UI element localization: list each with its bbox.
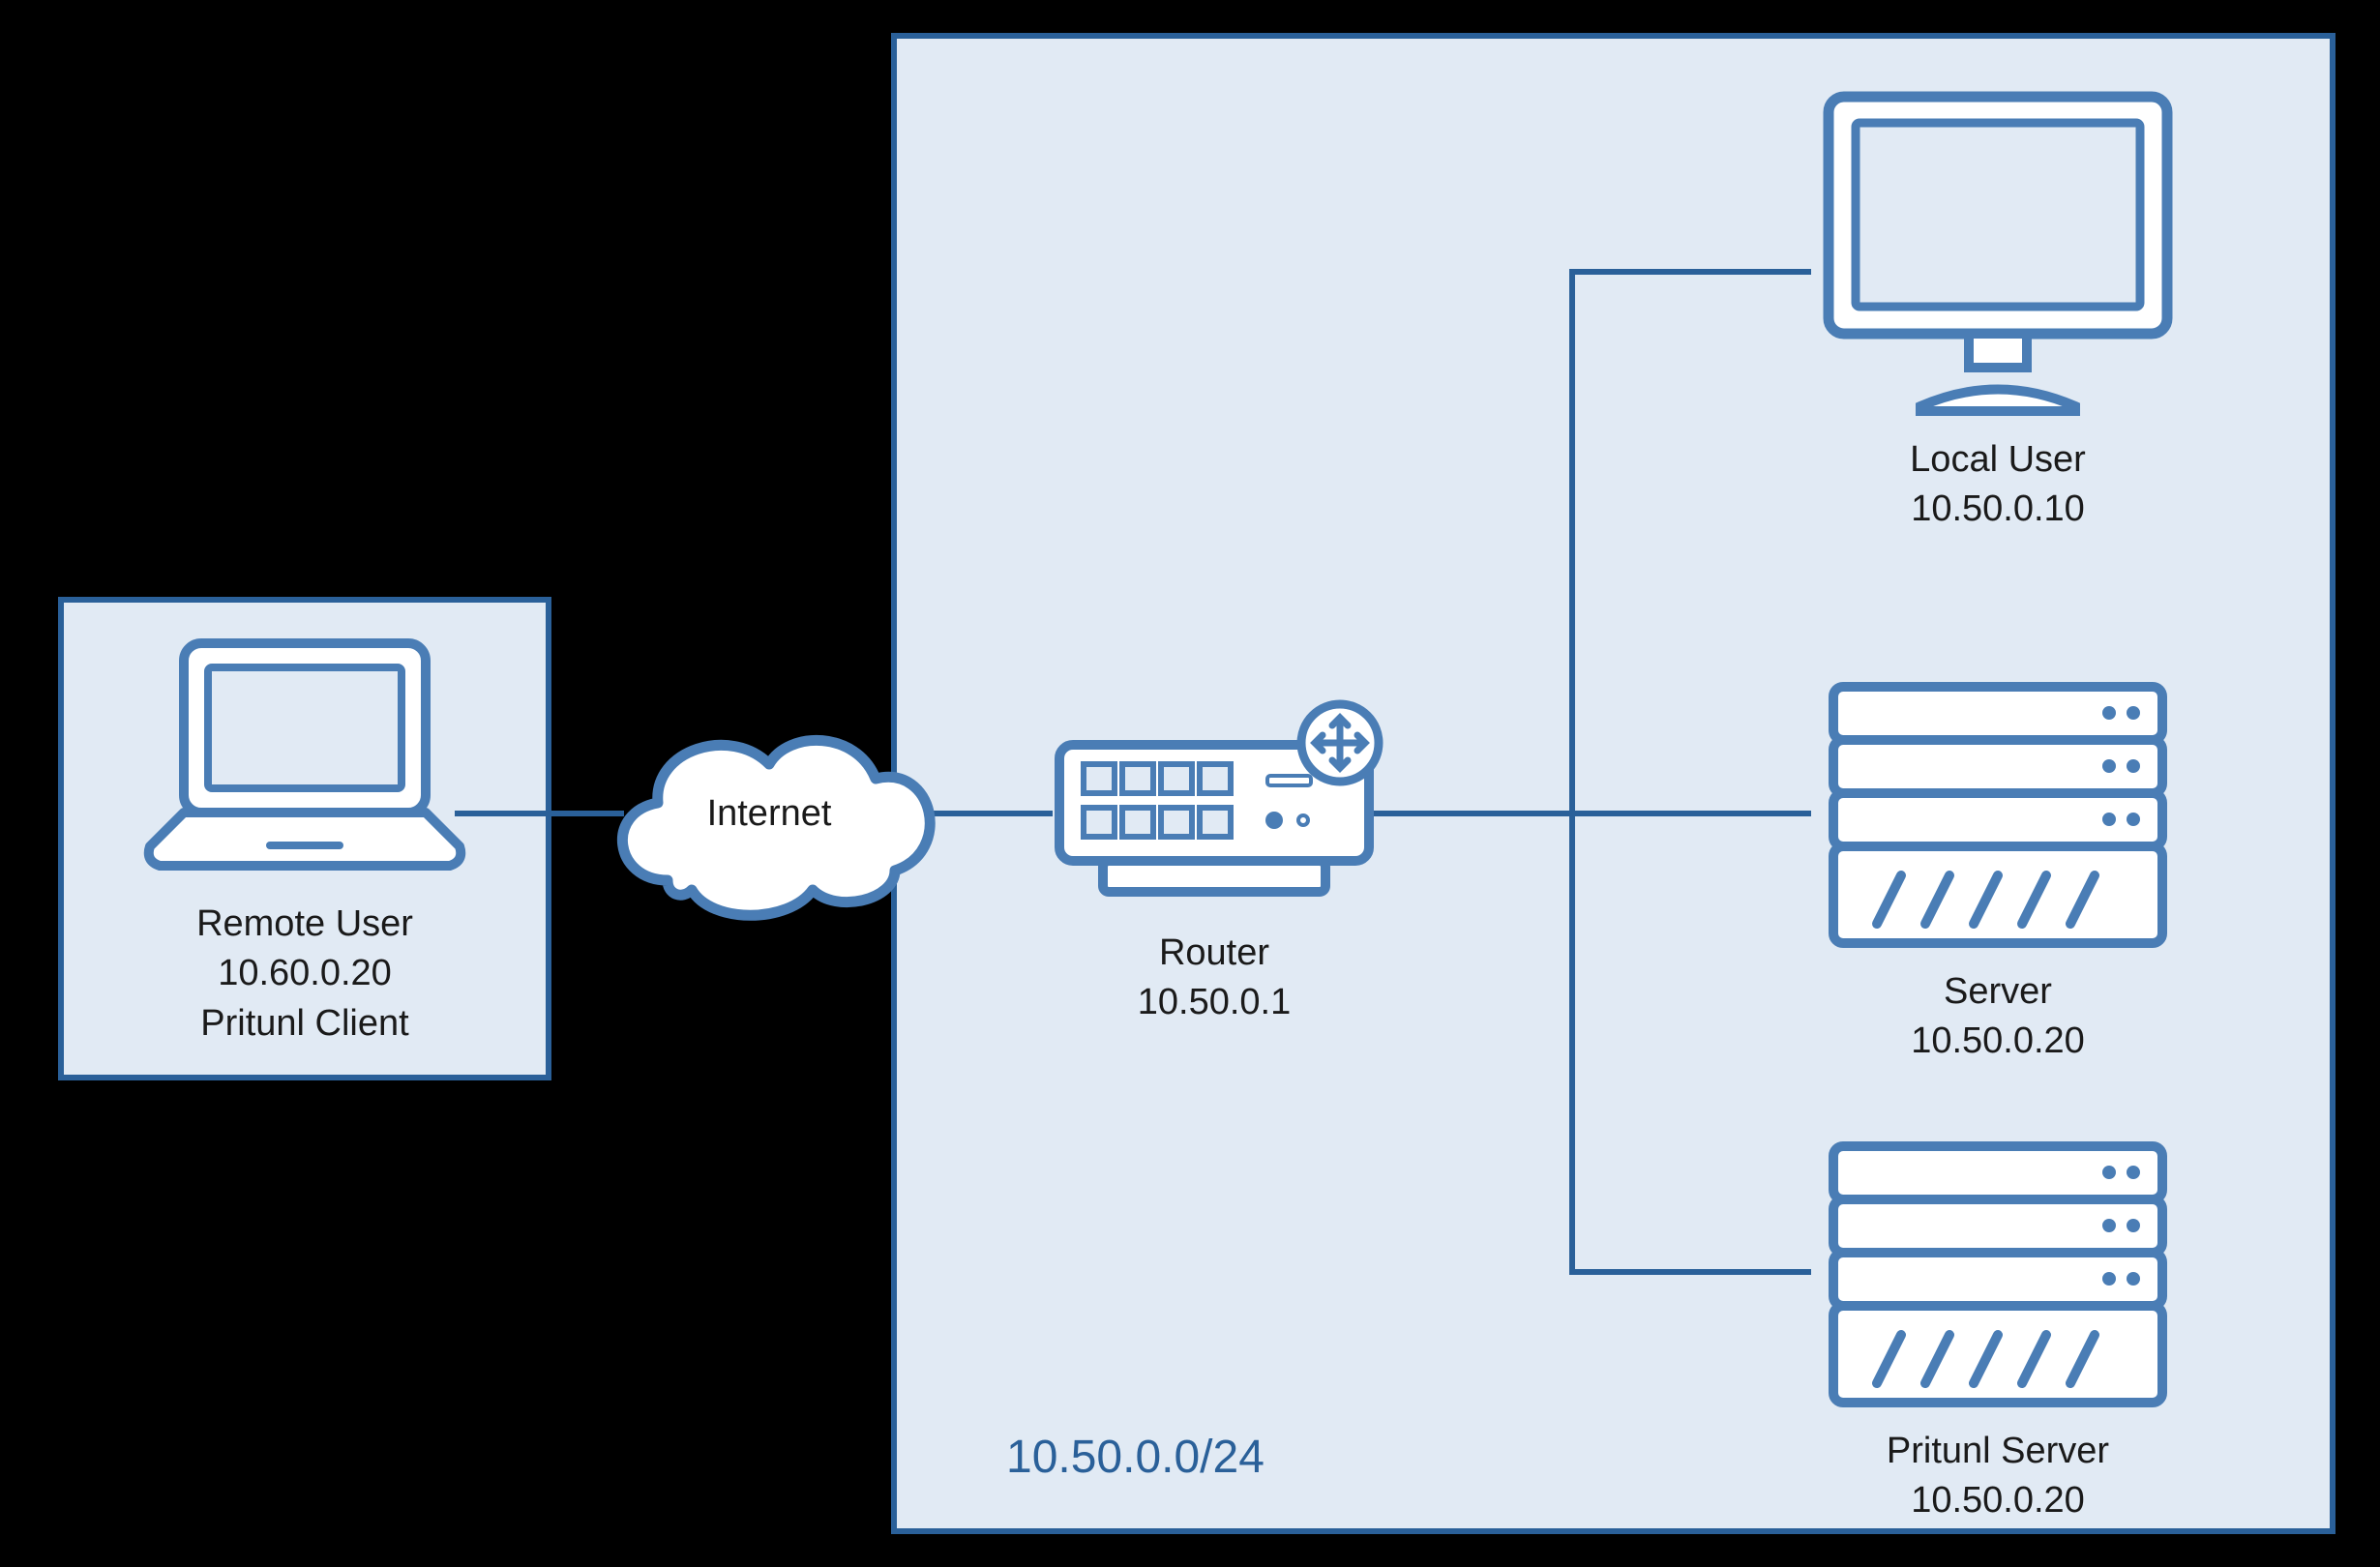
link-to-pritunl-server [1569, 1269, 1811, 1275]
router-label: Router 10.50.0.1 [1050, 929, 1379, 1028]
link-to-server [1569, 811, 1811, 816]
server-label: Server 10.50.0.20 [1809, 967, 2187, 1067]
server-icon [1809, 677, 2187, 958]
link-to-local-user [1569, 269, 1811, 275]
router-icon [1050, 725, 1379, 929]
laptop-icon [131, 634, 479, 895]
monitor-icon [1809, 82, 2187, 421]
local-user-label: Local User 10.50.0.10 [1809, 435, 2187, 535]
link-vertical-bus [1569, 269, 1575, 1275]
pritunl-server-label: Pritunl Server 10.50.0.20 [1809, 1427, 2187, 1526]
internet-label: Internet [677, 789, 861, 839]
vpn-server-icon [1809, 1137, 2187, 1417]
network-diagram: Internet [0, 0, 2380, 1567]
link-router-trunk [1372, 811, 1575, 816]
remote-user-label: Remote User 10.60.0.20 Pritunl Client [58, 900, 551, 1049]
subnet-label: 10.50.0.0/24 [1006, 1427, 1393, 1490]
